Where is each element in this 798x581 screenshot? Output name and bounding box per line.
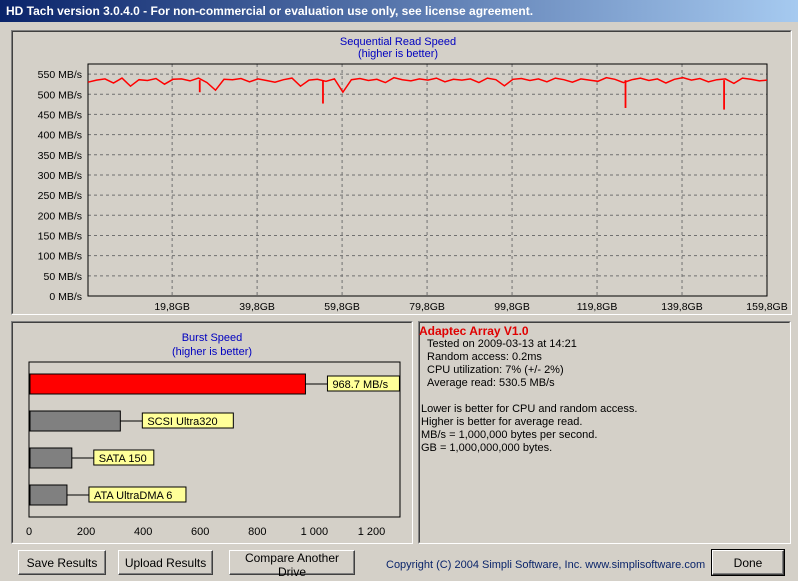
compare-drive-button[interactable]: Compare Another Drive [229, 550, 355, 579]
cpu-utilization: CPU utilization: 7% (+/- 2%) [427, 364, 564, 376]
done-button[interactable]: Done [711, 549, 785, 576]
average-read: Average read: 530.5 MB/s [427, 377, 555, 389]
burst-label: 968.7 MB/s [332, 379, 388, 391]
y-tick-label: 300 MB/s [38, 170, 82, 182]
y-tick-label: 200 MB/s [38, 210, 82, 222]
burst-bar-current [29, 373, 306, 395]
chart-title: Sequential Read Speed [340, 36, 456, 48]
burst-bar-reference [29, 410, 121, 432]
y-tick-label: 350 MB/s [38, 150, 82, 162]
x-tick-label: 159,8GB [746, 301, 787, 313]
note-lower-better: Lower is better for CPU and random acces… [421, 403, 638, 415]
burst-speed-panel: Burst Speed (higher is better) 968.7 MB/… [11, 321, 413, 544]
x-tick-label: 0 [26, 526, 32, 538]
chart-title: Burst Speed [182, 332, 243, 344]
window-title: HD Tach version 3.0.4.0 - For non-commer… [6, 4, 534, 18]
y-tick-label: 150 MB/s [38, 230, 82, 242]
burst-label: SATA 150 [99, 453, 147, 465]
burst-speed-chart: Burst Speed (higher is better) 968.7 MB/… [26, 332, 401, 538]
y-tick-label: 50 MB/s [43, 271, 82, 283]
tested-date: Tested on 2009-03-13 at 14:21 [427, 338, 577, 350]
burst-label: ATA UltraDMA 6 [94, 490, 172, 502]
burst-bar-reference [29, 484, 68, 506]
chart-subtitle: (higher is better) [358, 48, 438, 60]
x-tick-label: 600 [191, 526, 209, 538]
y-tick-label: 550 MB/s [38, 69, 82, 81]
x-tick-label: 19,8GB [154, 301, 190, 313]
save-results-label: Save Results [26, 555, 98, 570]
note-mbs-def: MB/s = 1,000,000 bytes per second. [421, 429, 598, 441]
burst-bars: 968.7 MB/s SCSI Ultra320 SATA 150 ATA Ultra… [29, 373, 400, 506]
y-tick-label: 0 MB/s [49, 291, 82, 303]
chart-grid [88, 64, 767, 296]
y-tick-label: 450 MB/s [38, 109, 82, 121]
y-tick-label: 100 MB/s [38, 251, 82, 263]
y-tick-label: 500 MB/s [38, 89, 82, 101]
upload-results-label: Upload Results [124, 555, 207, 570]
x-tick-label: 39,8GB [239, 301, 275, 313]
upload-results-button[interactable]: Upload Results [118, 550, 213, 575]
x-tick-label: 99,8GB [494, 301, 530, 313]
random-access: Random access: 0.2ms [427, 351, 542, 363]
y-tick-label: 250 MB/s [38, 190, 82, 202]
results-info-panel: Adaptec Array V1.0 Tested on 2009-03-13 … [418, 321, 791, 544]
compare-drive-label: Compare Another Drive [244, 551, 340, 579]
x-tick-label: 1 000 [301, 526, 329, 538]
burst-bar-reference [29, 447, 73, 469]
x-tick-label: 200 [77, 526, 95, 538]
chart-subtitle: (higher is better) [172, 346, 252, 358]
x-tick-label: 800 [248, 526, 266, 538]
x-tick-label: 400 [134, 526, 152, 538]
x-tick-label: 59,8GB [324, 301, 360, 313]
done-label: Done [733, 555, 763, 570]
x-axis-ticks: 0 200 400 600 800 1 000 1 200 [26, 526, 385, 538]
x-tick-label: 119,8GB [577, 301, 618, 313]
x-tick-label: 139,8GB [661, 301, 702, 313]
y-tick-label: 400 MB/s [38, 130, 82, 142]
read-speed-dips [198, 80, 725, 110]
x-axis-ticks: 19,8GB 39,8GB 59,8GB 79,8GB 99,8GB 119,8GB 139… [154, 301, 787, 313]
note-higher-better: Higher is better for average read. [421, 416, 583, 428]
burst-label: SCSI Ultra320 [147, 416, 217, 428]
y-axis-ticks: 550 MB/s 500 MB/s 450 MB/s 400 MB/s 350 MB/s… [38, 69, 82, 303]
copyright-text: Copyright (C) 2004 Simpli Software, Inc.… [386, 559, 706, 571]
sequential-read-panel: Sequential Read Speed (higher is better)… [11, 30, 792, 315]
title-bar[interactable]: HD Tach version 3.0.4.0 - For non-commer… [0, 0, 798, 22]
x-tick-label: 79,8GB [409, 301, 445, 313]
sequential-read-chart: Sequential Read Speed (higher is better)… [38, 36, 788, 313]
drive-name: Adaptec Array V1.0 [419, 324, 529, 338]
x-tick-label: 1 200 [358, 526, 386, 538]
note-gb-def: GB = 1,000,000,000 bytes. [421, 442, 553, 454]
save-results-button[interactable]: Save Results [18, 550, 106, 575]
